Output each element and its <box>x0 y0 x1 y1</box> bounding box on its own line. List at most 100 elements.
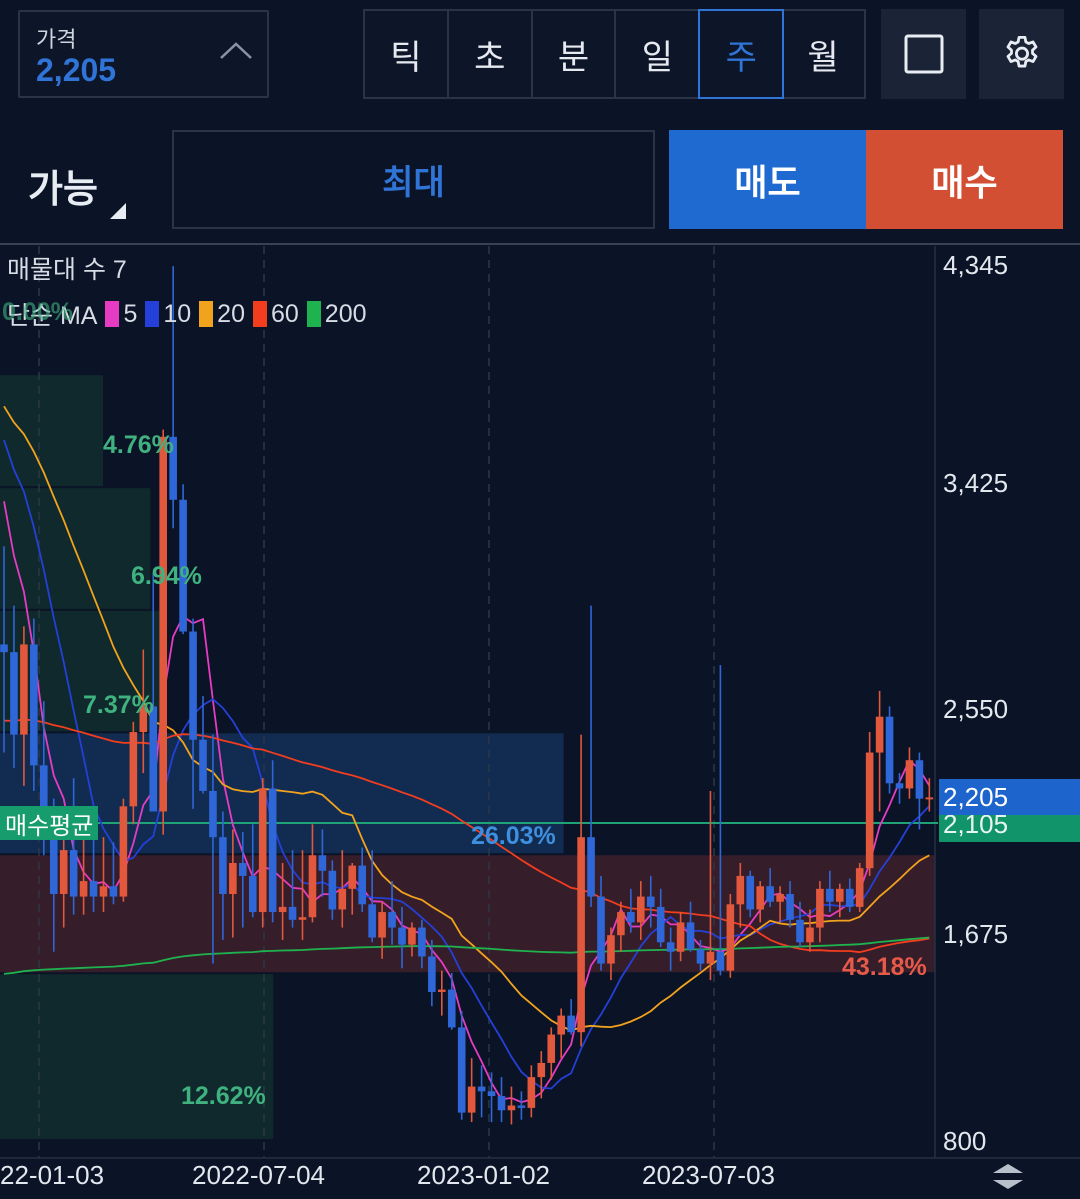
candle-body <box>875 716 884 753</box>
candle-body <box>328 870 337 910</box>
price-chart[interactable] <box>0 245 1080 1199</box>
x-tick-label: 2022-07-04 <box>192 1160 325 1190</box>
candle-body <box>836 888 844 902</box>
candle-body <box>567 1015 575 1033</box>
candle-body <box>756 886 764 910</box>
price-value: 2,205 <box>36 52 117 88</box>
chart-resize-handle-icon[interactable] <box>991 1161 1025 1193</box>
candle-body <box>199 739 207 791</box>
candle-body <box>915 760 924 799</box>
candle-body <box>378 912 386 938</box>
candle-body <box>438 989 446 992</box>
dropdown-corner-icon <box>110 203 126 219</box>
candle-body <box>149 706 158 812</box>
candle-body <box>477 1086 486 1092</box>
order-type-selector[interactable]: 가능 <box>28 158 98 213</box>
candle-body <box>189 631 197 740</box>
candle-body <box>119 806 128 897</box>
ma-5-label: 5 <box>123 299 138 328</box>
candle-body <box>209 790 217 838</box>
price-selector[interactable]: 가격 2,205 <box>18 10 269 98</box>
candle-body <box>0 644 8 653</box>
candle-body <box>308 855 317 918</box>
candle-body <box>278 906 287 913</box>
candle-body <box>497 1096 506 1111</box>
candle-body <box>845 888 854 907</box>
candle-body <box>388 912 396 928</box>
candle-body <box>855 868 864 907</box>
candle-body <box>686 922 695 950</box>
ma-20-swatch <box>199 301 214 327</box>
volume-profile-bar <box>0 855 935 973</box>
square-icon <box>904 34 943 74</box>
volume-profile-bar <box>0 974 274 1139</box>
tab-day[interactable]: 일 <box>616 11 701 97</box>
fullscreen-button[interactable] <box>881 9 966 99</box>
candle-body <box>268 788 277 913</box>
candle-body <box>418 927 426 957</box>
y-tick-label: 3,425 <box>943 468 1009 498</box>
tab-week[interactable]: 주 <box>698 9 785 99</box>
tab-tick[interactable]: 틱 <box>365 11 449 97</box>
candle-body <box>746 875 755 910</box>
candle-body <box>617 912 625 936</box>
x-tick-label: 22-01-03 <box>0 1160 105 1190</box>
candle-body <box>597 896 605 964</box>
candle-body <box>447 989 456 1028</box>
candle-body <box>298 917 307 920</box>
ma-200-swatch <box>306 301 321 327</box>
volume-profile-pct: 26.03% <box>471 822 556 850</box>
candle-body <box>637 896 645 923</box>
volume-profile-legend: 매물대 수 7 <box>7 256 127 284</box>
candle-body <box>10 652 18 735</box>
candle-body <box>517 1105 526 1108</box>
candle-body <box>79 881 88 897</box>
tab-month[interactable]: 월 <box>782 11 864 97</box>
candle-body <box>99 886 108 897</box>
tab-minute[interactable]: 분 <box>533 11 617 97</box>
sell-button[interactable]: 매도 <box>669 130 866 229</box>
candle-body <box>258 788 267 913</box>
volume-profile-pct: 12.62% <box>181 1082 266 1110</box>
candle-body <box>348 865 357 889</box>
quantity-max-button[interactable]: 최대 <box>172 130 655 229</box>
candle-body <box>408 927 416 945</box>
candle-body <box>816 888 824 928</box>
candle-body <box>109 886 118 897</box>
candle-body <box>159 436 167 812</box>
candle-body <box>338 888 347 910</box>
candle-body <box>457 1027 466 1113</box>
candle-body <box>646 896 655 907</box>
candle-body <box>20 644 28 735</box>
candle-body <box>239 863 247 876</box>
tab-second[interactable]: 초 <box>449 11 533 97</box>
period-tabs: 틱 초 분 일 주 월 <box>363 9 866 99</box>
settings-button[interactable] <box>979 9 1064 99</box>
candle-body <box>666 942 675 952</box>
candle-body <box>656 906 665 943</box>
candle-body <box>895 783 904 789</box>
y-tick-label: 800 <box>943 1126 987 1156</box>
candle-body <box>467 1086 476 1113</box>
candle-body <box>766 886 774 902</box>
y-tick-label: 1,675 <box>943 919 1009 949</box>
price-label: 가격 <box>36 27 77 52</box>
buy-average-label: 매수평균 <box>0 806 99 840</box>
volume-profile-pct: 6.94% <box>131 562 202 590</box>
candle-body <box>358 865 366 905</box>
ma-20-label: 20 <box>217 299 245 328</box>
candle-body <box>607 935 615 964</box>
candle-body <box>428 956 436 992</box>
candle-body <box>776 893 784 902</box>
chevron-up-icon[interactable] <box>219 40 253 62</box>
ma-10-swatch <box>145 301 160 327</box>
buy-button[interactable]: 매수 <box>866 130 1063 229</box>
volume-profile-bar <box>0 375 104 487</box>
candle-body <box>865 752 874 869</box>
candle-body <box>30 644 38 766</box>
candle-body <box>318 855 327 871</box>
candle-body <box>557 1015 565 1035</box>
candle-body <box>885 716 894 784</box>
ma-10-label: 10 <box>163 299 192 328</box>
current-price-tag: 2,205 <box>939 779 1080 815</box>
